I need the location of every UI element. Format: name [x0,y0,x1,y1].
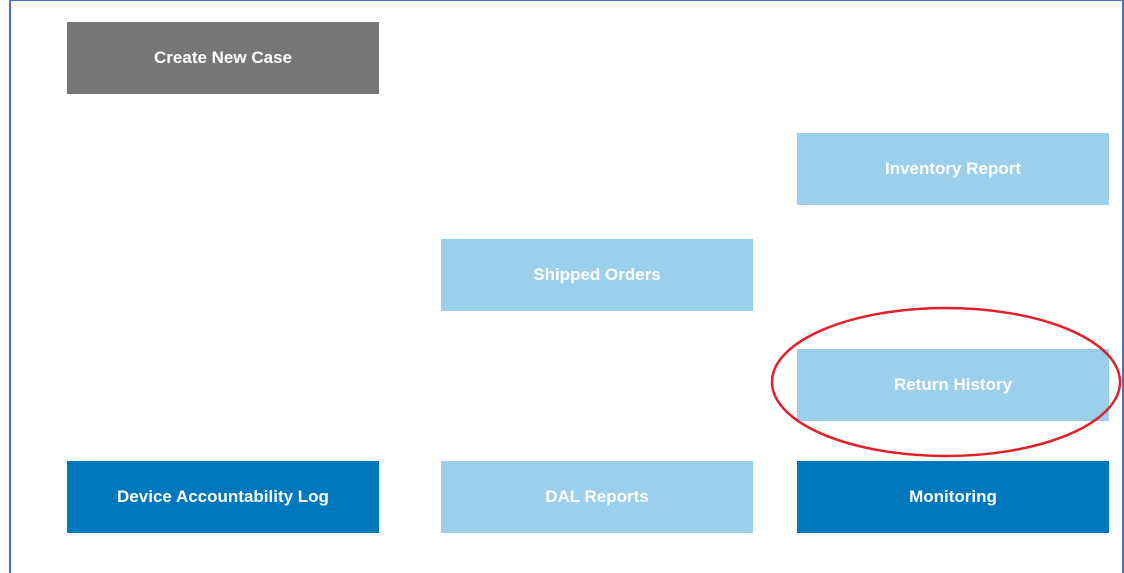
monitoring-label: Monitoring [909,487,997,506]
dal-reports-button[interactable]: DAL Reports [441,461,753,533]
create-new-case-button[interactable]: Create New Case [67,22,379,94]
create-new-case-label: Create New Case [154,48,292,67]
shipped-orders-label: Shipped Orders [533,265,661,284]
shipped-orders-button[interactable]: Shipped Orders [441,239,753,311]
device-accountability-log-button[interactable]: Device Accountability Log [67,461,379,533]
inventory-report-label: Inventory Report [884,159,1022,178]
return-history-button[interactable]: Return History [797,349,1109,421]
return-history-label: Return History [893,375,1013,394]
dal-reports-label: DAL Reports [545,487,649,506]
tile-dashboard: Create New Case Inventory Report Shipped… [0,0,1124,573]
inventory-report-button[interactable]: Inventory Report [797,133,1109,205]
monitoring-button[interactable]: Monitoring [797,461,1109,533]
device-accountability-log-label: Device Accountability Log [117,487,329,506]
frame-top-border [9,0,1124,1]
frame-left-border [9,0,11,573]
